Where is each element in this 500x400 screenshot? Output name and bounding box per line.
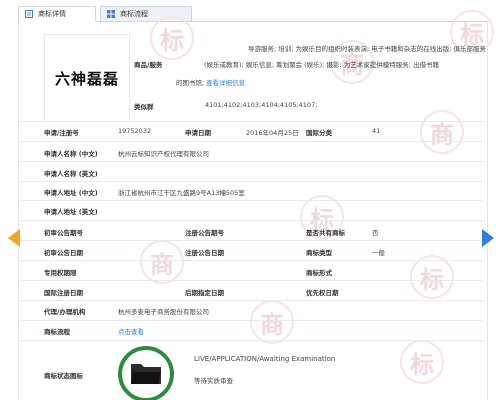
divider (20, 280, 484, 281)
prelim-issue-no-label: 初审公告期号 (44, 229, 83, 237)
trademark-image: 六神磊磊 (44, 34, 130, 122)
view-details-link[interactable]: 查看详细信息 (206, 77, 245, 87)
watermark-mark: 标 (410, 255, 454, 299)
divider (20, 161, 484, 162)
document-icon (25, 10, 33, 18)
reg-date-label: 注册公告日期 (185, 249, 224, 257)
status-text-en: LIVE/APPLICATION/Awaiting Examination (194, 355, 336, 363)
watermark-mark: 商 (140, 240, 184, 284)
agent-label: 代理/办理机构 (44, 308, 86, 316)
grid-icon (107, 10, 115, 18)
status-badge (118, 346, 174, 400)
divider (20, 300, 484, 301)
previous-arrow-icon[interactable] (8, 229, 20, 247)
trademark-type-value: 一般 (372, 249, 385, 257)
applicant-name-cn-label: 申请人名称 (中文) (44, 150, 98, 158)
divider (20, 200, 484, 201)
shared-trademark-value: 否 (372, 229, 379, 237)
priority-date-label: 优先权日期 (306, 289, 339, 297)
applicant-name-en-label: 申请人名称 (英文) (44, 170, 98, 178)
applicant-address-cn-value: 浙江省杭州市江干区九盛路9号A13幢505室 (118, 189, 245, 197)
trademark-form-label: 商标形式 (306, 269, 332, 277)
application-date-value: 2016年04月25日 (246, 129, 299, 137)
divider (20, 260, 484, 261)
application-number-label: 申请/注册号 (44, 129, 79, 137)
watermark-mark: 标 (150, 16, 194, 60)
divider (20, 121, 484, 122)
trademark-process-label: 商标流程 (44, 328, 70, 336)
status-text-cn: 等待实质审查 (194, 377, 233, 385)
services-label: 商品/服务 (134, 61, 163, 69)
status-icon-label: 商标状态图标 (44, 372, 83, 380)
similar-groups-label: 类似群 (134, 103, 154, 111)
similar-groups-value: 4101;4102;4103;4104;4105;4107; (205, 101, 318, 109)
applicant-address-cn-label: 申请人地址 (中文) (44, 189, 98, 197)
watermark-mark: 商 (420, 110, 464, 154)
reg-issue-no-label: 注册公告期号 (185, 229, 224, 237)
shared-trademark-label: 是否共有商标 (306, 229, 345, 237)
next-arrow-icon[interactable] (482, 229, 494, 247)
tab-bar: 商标详情 商标流程 (18, 6, 488, 22)
folder-icon (130, 361, 162, 387)
services-line: 导游服务; 培训; 为娱乐目的组织时装表演; 电子书籍和杂志的在线出版; 俱乐部… (248, 45, 487, 53)
exclusive-term-label: 专用权期限 (44, 269, 77, 277)
divider (20, 220, 484, 221)
services-line: (娱乐或教育); 娱乐信息; 筹划聚会 (娱乐); 摄影; 为艺术家提供模特服务… (204, 61, 439, 69)
divider (20, 141, 484, 142)
divider (20, 240, 484, 241)
application-number-value: 19752032 (118, 127, 152, 135)
applicant-address-en-label: 申请人地址 (英文) (44, 208, 98, 216)
watermark-mark: 标 (400, 340, 444, 384)
tab-trademark-details[interactable]: 商标详情 (18, 6, 96, 22)
tab-label: 商标流程 (120, 10, 148, 18)
application-date-label: 申请日期 (185, 129, 211, 137)
divider (20, 320, 484, 321)
intl-reg-date-label: 国际注册日期 (44, 289, 83, 297)
tab-label: 商标详情 (38, 10, 66, 18)
divider (20, 181, 484, 182)
agent-value: 杭州多麦电子商务股份有限公司 (118, 308, 209, 316)
trademark-type-label: 商标类型 (306, 249, 332, 257)
watermark-mark: 商 (250, 300, 294, 344)
view-process-link[interactable]: 点击查看 (118, 326, 144, 336)
divider (20, 340, 484, 341)
prelim-date-label: 初审公告日期 (44, 249, 83, 257)
later-designation-date-label: 后期指定日期 (185, 289, 224, 297)
intl-class-label: 国际分类 (306, 129, 332, 137)
intl-class-value: 41 (372, 127, 381, 135)
applicant-name-cn-value: 杭州云标知识产权代理有限公司 (118, 150, 209, 158)
